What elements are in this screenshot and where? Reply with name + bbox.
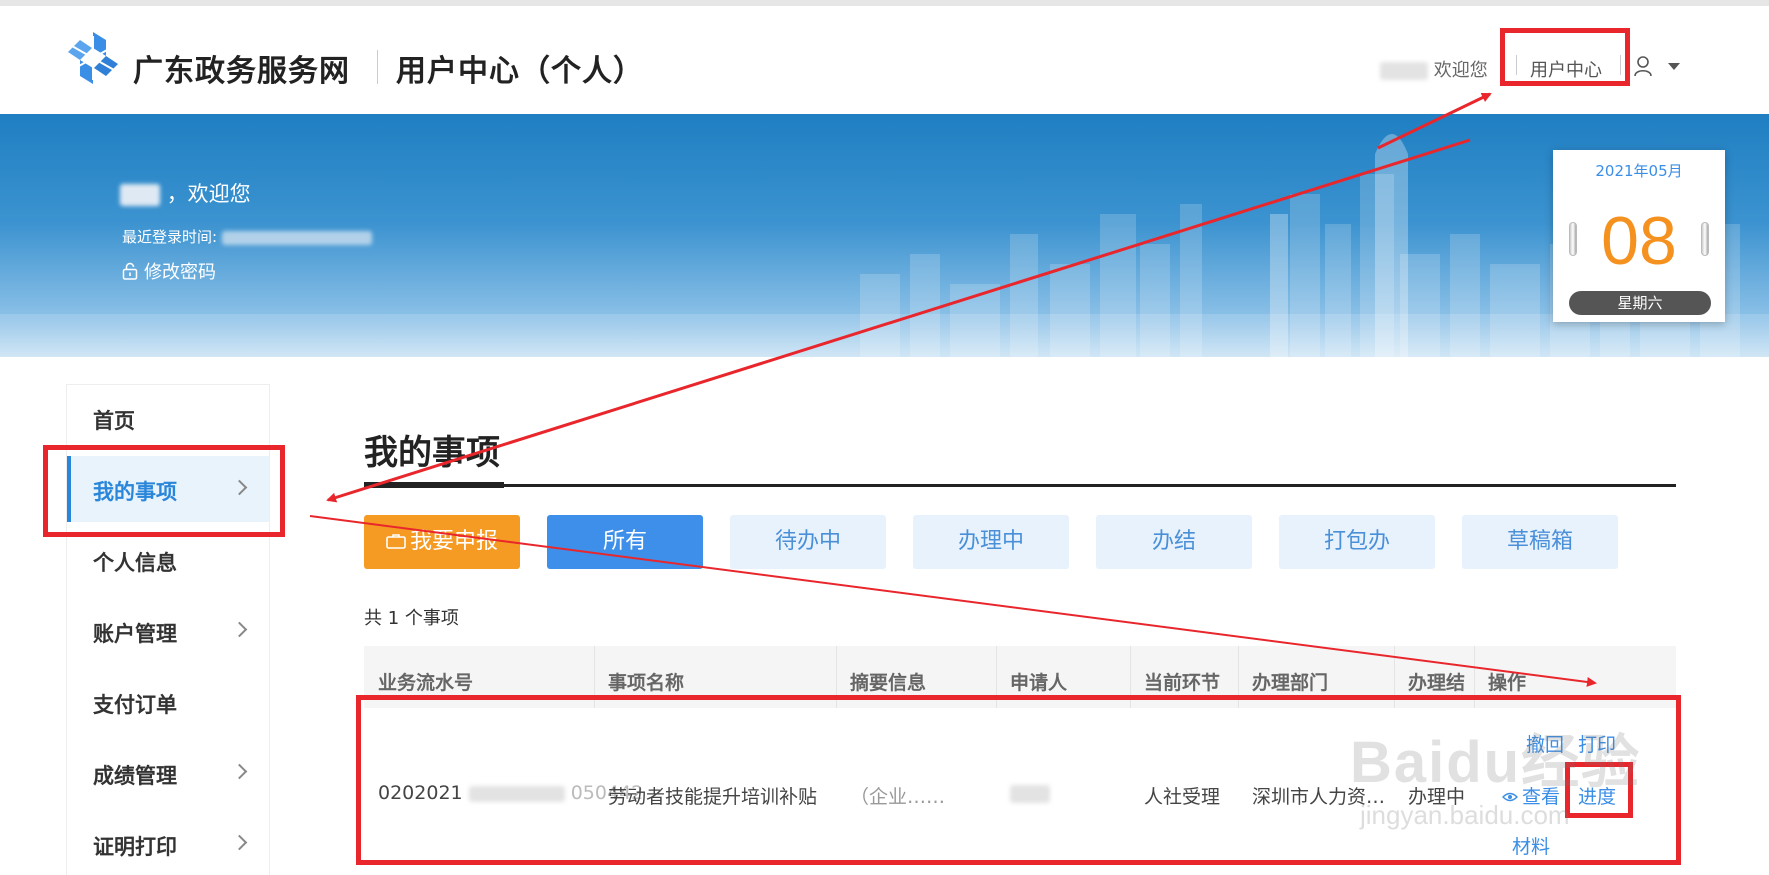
- apply-button[interactable]: 我要申报: [364, 515, 520, 569]
- calendar-ring: [1701, 222, 1709, 256]
- calendar-weekday: 星期六: [1569, 291, 1711, 315]
- site-logo-icon[interactable]: [66, 30, 120, 86]
- username-masked: [120, 184, 160, 206]
- sidebar-item-label: 个人信息: [93, 551, 177, 575]
- header-welcome-text: 欢迎您: [1433, 60, 1488, 81]
- tab-processing[interactable]: 办理中: [913, 515, 1069, 569]
- sidebar-item-scores[interactable]: 成绩管理: [67, 740, 269, 806]
- matter-count: 共 1 个事项: [364, 608, 459, 629]
- banner-welcome-text: ，欢迎您: [166, 182, 251, 206]
- last-login: 最近登录时间:: [122, 226, 372, 247]
- change-password-label: 修改密码: [144, 262, 216, 283]
- page: 广东政务服务网 用户中心（个人） 欢迎您 用户中心 ，欢迎您 最近登录时间: 修…: [0, 0, 1769, 875]
- last-login-label: 最近登录时间:: [122, 228, 218, 246]
- tab-all[interactable]: 所有: [547, 515, 703, 569]
- column-header: 摘要信息: [850, 672, 927, 694]
- calendar-day: 08: [1601, 203, 1677, 279]
- title-divider: [377, 50, 378, 84]
- title-underline-accent: [364, 482, 504, 488]
- column-header: 业务流水号: [378, 672, 474, 694]
- change-password-link[interactable]: 修改密码: [122, 258, 216, 284]
- page-title-header: 用户中心（个人）: [396, 54, 644, 89]
- tab-bundled[interactable]: 打包办: [1279, 515, 1435, 569]
- column-header: 办理结: [1408, 672, 1466, 694]
- tab-drafts[interactable]: 草稿箱: [1462, 515, 1618, 569]
- sidebar-item-label: 成绩管理: [93, 764, 177, 788]
- welcome-banner: ，欢迎您 最近登录时间: 修改密码: [0, 114, 1769, 357]
- column-header: 事项名称: [608, 672, 685, 694]
- sidebar-item-label: 首页: [93, 409, 135, 433]
- column-header: 申请人: [1010, 672, 1068, 694]
- annotation-box-user-center: [1500, 28, 1630, 86]
- banner-welcome: ，欢迎您: [120, 178, 251, 208]
- apply-button-label: 我要申报: [409, 529, 498, 554]
- tab-completed[interactable]: 办结: [1096, 515, 1252, 569]
- baidu-watermark: Baidu经验: [1350, 730, 1642, 795]
- calendar-widget: 2021年05月 08 星期六: [1553, 150, 1725, 322]
- calendar-ring: [1569, 222, 1577, 256]
- column-header: 当前环节: [1144, 672, 1221, 694]
- sidebar-item-home[interactable]: 首页: [67, 385, 269, 451]
- briefcase-icon: [386, 534, 406, 549]
- tab-pending[interactable]: 待办中: [730, 515, 886, 569]
- user-icon[interactable]: [1633, 55, 1653, 77]
- title-underline: [364, 484, 1676, 487]
- sidebar-item-payment-orders[interactable]: 支付订单: [67, 669, 269, 735]
- baidu-watermark-url: jingyan.baidu.com: [1360, 800, 1570, 830]
- header-welcome: 欢迎您: [1380, 56, 1488, 82]
- chevron-right-icon: [231, 621, 248, 638]
- calendar-month: 2021年05月: [1595, 162, 1683, 180]
- sidebar-item-account[interactable]: 账户管理: [67, 598, 269, 664]
- column-header: 办理部门: [1252, 672, 1329, 694]
- username-masked: [1380, 62, 1428, 80]
- column-header: 操作: [1488, 672, 1527, 694]
- lock-icon: [122, 262, 138, 280]
- sidebar-item-label: 证明打印: [93, 835, 177, 859]
- sidebar-item-certificate-print[interactable]: 证明打印: [67, 811, 269, 875]
- sidebar-item-label: 账户管理: [93, 622, 177, 646]
- site-title[interactable]: 广东政务服务网: [133, 46, 350, 90]
- sidebar-item-label: 支付订单: [93, 693, 177, 717]
- chevron-right-icon: [231, 834, 248, 851]
- page-title: 我的事项: [364, 433, 500, 473]
- chevron-down-icon[interactable]: [1668, 63, 1680, 70]
- chevron-right-icon: [231, 763, 248, 780]
- annotation-box-my-matters: [43, 445, 285, 537]
- last-login-time-masked: [221, 230, 372, 245]
